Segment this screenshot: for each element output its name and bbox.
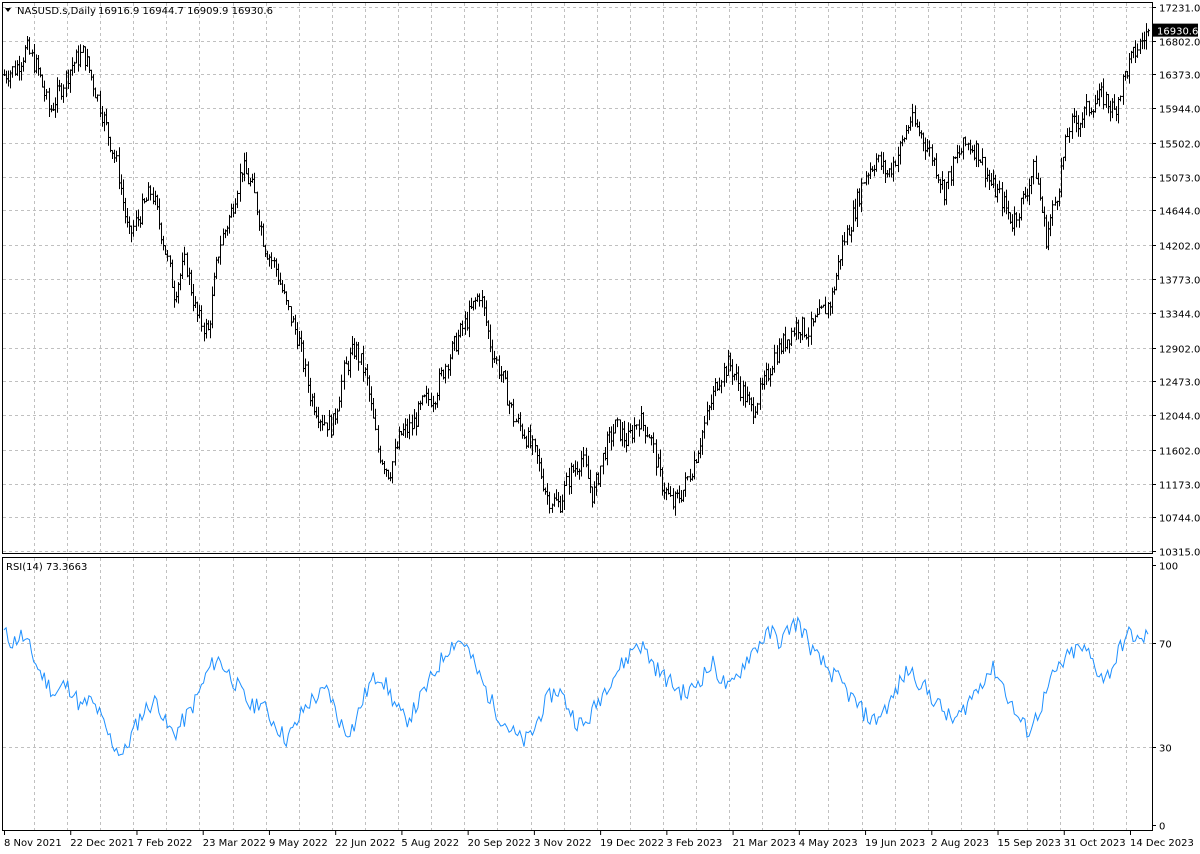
price-tick-label: 16373.0	[1159, 71, 1200, 82]
trading-chart: 17231.0 16802.0 16373.0 15944.0 15502.0 15073…	[0, 0, 1200, 854]
time-tick-label: 19 Dec 2022	[600, 838, 664, 849]
time-tick-label: 23 Mar 2022	[203, 838, 266, 849]
price-tick-label: 17231.0	[1159, 4, 1200, 15]
time-tick-label: 14 Dec 2023	[1130, 838, 1194, 849]
rsi-header-label: RSI(14) 73.3663	[6, 562, 87, 573]
price-tick-label: 15944.0	[1159, 105, 1200, 116]
price-tick-label: 10315.0	[1159, 548, 1200, 559]
price-tick-label: 12044.0	[1159, 412, 1200, 423]
time-tick-label: 31 Oct 2023	[1064, 838, 1126, 849]
time-tick-label: 20 Sep 2022	[468, 838, 531, 849]
price-tick-label: 12902.0	[1159, 345, 1200, 356]
time-tick-label: 7 Feb 2022	[136, 838, 192, 849]
symbol-label: NASUSD.s,Daily	[17, 6, 96, 17]
time-tick-label: 15 Sep 2023	[998, 838, 1061, 849]
time-tick-label: 22 Jun 2022	[335, 838, 395, 849]
price-tick-label: 10744.0	[1159, 514, 1200, 525]
price-tick-label: 13773.0	[1159, 276, 1200, 287]
price-tick-label: 12473.0	[1159, 378, 1200, 389]
price-tick-label: 14202.0	[1159, 242, 1200, 253]
price-tick-label: 11173.0	[1159, 481, 1200, 492]
ohlc-values: 16916.9 16944.7 16909.9 16930.6	[98, 6, 273, 17]
price-tick-label: 11602.0	[1159, 447, 1200, 458]
rsi-tick-label: 70	[1159, 640, 1172, 651]
chart-header: NASUSD.s,Daily 16916.9 16944.7 16909.9 1…	[5, 6, 273, 17]
time-tick-label: 5 Aug 2022	[401, 838, 459, 849]
time-tick-label: 3 Feb 2023	[666, 838, 722, 849]
current-price-label: 16930.6	[1157, 27, 1198, 38]
price-tick-label: 13344.0	[1159, 310, 1200, 321]
price-tick-label: 16802.0	[1159, 38, 1200, 49]
time-tick-label: 22 Dec 2021	[70, 838, 134, 849]
rsi-tick-label: 0	[1159, 822, 1165, 833]
price-tick-label: 15502.0	[1159, 140, 1200, 151]
time-tick-label: 3 Nov 2022	[534, 838, 592, 849]
time-tick-label: 21 Mar 2023	[733, 838, 796, 849]
price-tick-label: 15073.0	[1159, 174, 1200, 185]
time-tick-label: 9 May 2022	[269, 838, 328, 849]
price-tick-label: 14644.0	[1159, 207, 1200, 218]
time-tick-label: 4 May 2023	[799, 838, 858, 849]
rsi-tick-label: 100	[1159, 562, 1178, 573]
chart-canvas[interactable]: 17231.0 16802.0 16373.0 15944.0 15502.0 15073…	[0, 0, 1200, 854]
time-tick-label: 2 Aug 2023	[931, 838, 989, 849]
rsi-tick-label: 30	[1159, 744, 1172, 755]
time-tick-label: 19 Jun 2023	[865, 838, 925, 849]
current-price-marker: 16930.6	[1153, 23, 1198, 38]
time-tick-label: 8 Nov 2021	[4, 838, 62, 849]
